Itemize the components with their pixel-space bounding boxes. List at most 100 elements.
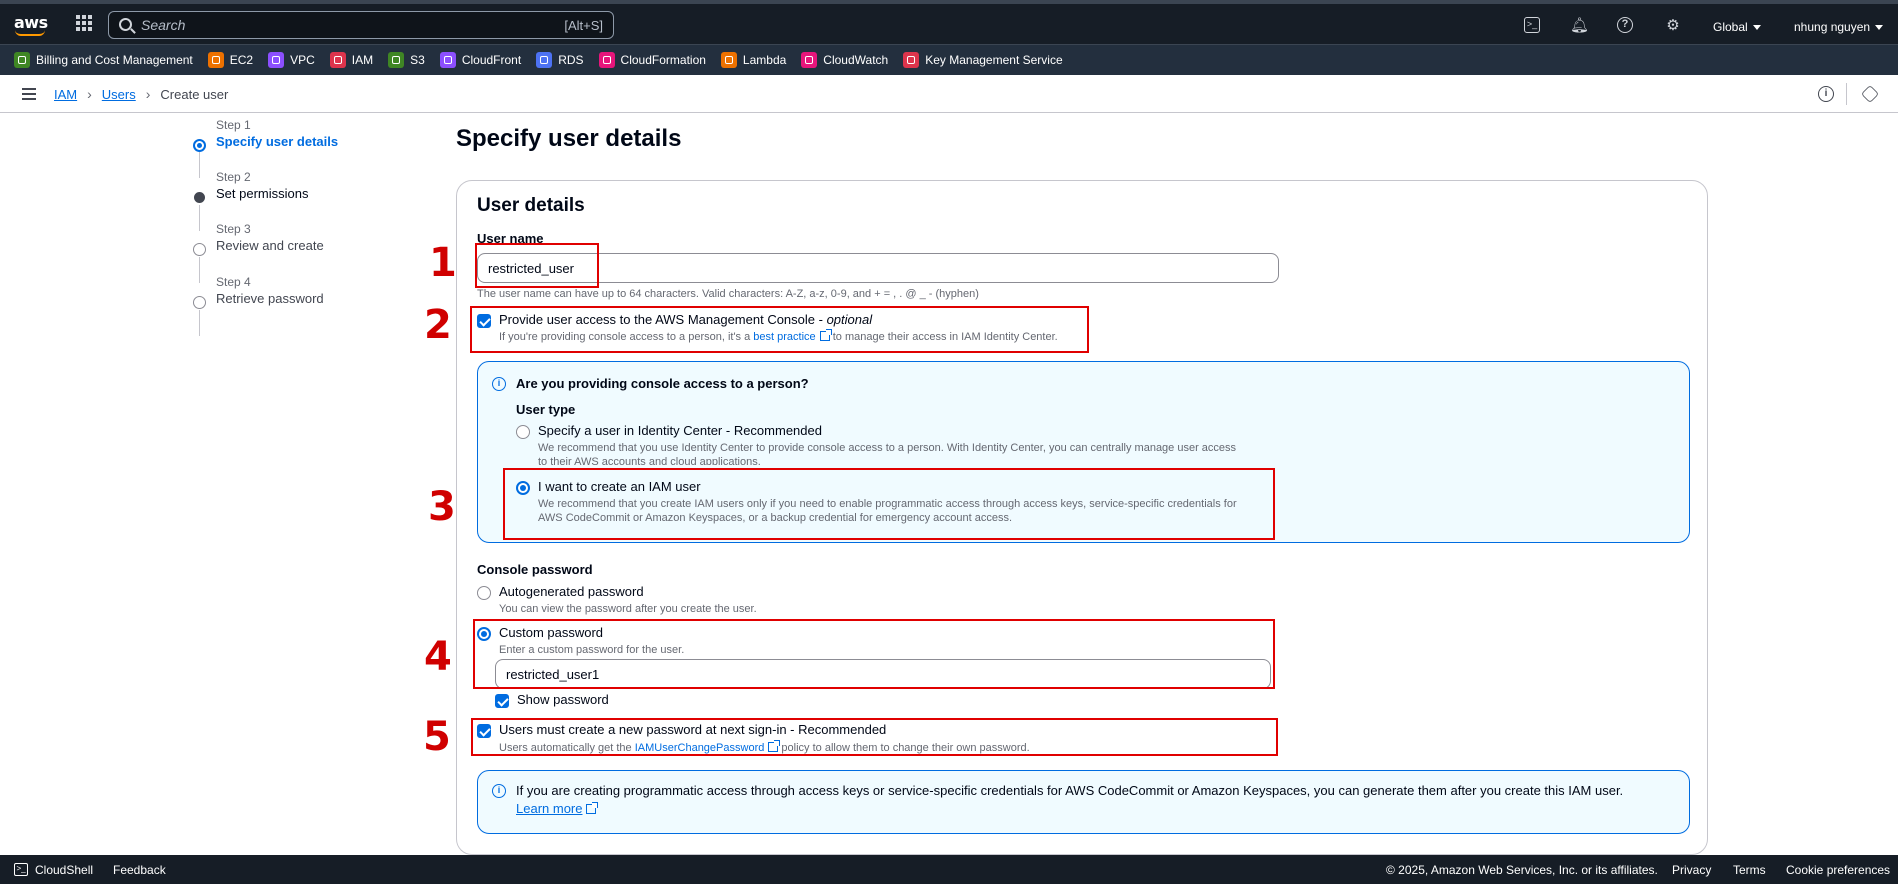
cloudshell-icon[interactable]: >_ bbox=[14, 863, 28, 876]
cloudshell-link[interactable]: CloudShell bbox=[35, 863, 93, 877]
annotation-box-5 bbox=[471, 718, 1278, 756]
favorite-lambda[interactable]: Lambda bbox=[720, 52, 787, 68]
panel-heading: User details bbox=[477, 195, 585, 216]
external-link-icon bbox=[586, 802, 599, 814]
programmatic-access-infobox: i If you are creating programmatic acces… bbox=[477, 770, 1690, 834]
favorite-label: RDS bbox=[558, 53, 584, 67]
username-hint: The user name can have up to 64 characte… bbox=[477, 288, 979, 300]
account-menu[interactable]: nhung nguyen bbox=[1794, 20, 1884, 34]
breadcrumb-current: Create user bbox=[160, 86, 229, 102]
favorites-bar: Billing and Cost Management EC2 VPC IAM S3 Cl… bbox=[0, 44, 1898, 75]
favorite-key-management-service[interactable]: Key Management Service bbox=[903, 52, 1063, 68]
gear-icon[interactable]: ⚙ bbox=[1664, 17, 1682, 35]
step-number: Step 3 bbox=[216, 222, 251, 236]
favorite-label: S3 bbox=[410, 53, 425, 67]
service-icon bbox=[439, 52, 456, 68]
service-icon bbox=[903, 52, 920, 68]
search-shortcut: [Alt+S] bbox=[564, 18, 603, 33]
service-icon bbox=[720, 52, 737, 68]
annotation-number-1: 1 bbox=[429, 240, 457, 286]
cookie-preferences-link[interactable]: Cookie preferences bbox=[1786, 863, 1890, 877]
tools-panel-icon[interactable] bbox=[1860, 84, 1880, 104]
identity-center-hint-2: to their AWS accounts and cloud applicat… bbox=[538, 456, 761, 465]
step-dot-icon bbox=[194, 192, 205, 203]
chevron-down-icon bbox=[1875, 25, 1884, 30]
annotation-box-2 bbox=[470, 306, 1089, 353]
step-dot-icon bbox=[193, 296, 206, 309]
favorite-ec2[interactable]: EC2 bbox=[207, 52, 253, 68]
step-number: Step 1 bbox=[216, 118, 251, 132]
favorite-s3[interactable]: S3 bbox=[388, 52, 425, 68]
step-dot-icon bbox=[193, 243, 206, 256]
step-name: Set permissions bbox=[216, 186, 309, 201]
favorite-billing-and-cost-management[interactable]: Billing and Cost Management bbox=[14, 52, 193, 68]
bell-icon[interactable]: 🔔︎ bbox=[1570, 17, 1589, 35]
menu-icon[interactable] bbox=[22, 88, 36, 100]
privacy-link[interactable]: Privacy bbox=[1672, 863, 1711, 877]
footer: >_ CloudShell Feedback © 2025, Amazon We… bbox=[0, 855, 1898, 884]
autogenerated-password-hint: You can view the password after you crea… bbox=[499, 603, 757, 615]
autogenerated-password-label: Autogenerated password bbox=[499, 584, 644, 599]
info-icon: i bbox=[492, 784, 506, 798]
favorite-cloudwatch[interactable]: CloudWatch bbox=[801, 52, 888, 68]
annotation-number-4: 4 bbox=[424, 634, 452, 680]
learn-more-link[interactable]: Learn more bbox=[516, 801, 582, 816]
service-icon bbox=[14, 52, 30, 68]
favorite-label: VPC bbox=[290, 53, 315, 67]
cloudshell-icon[interactable]: >_ bbox=[1524, 17, 1540, 33]
service-icon bbox=[536, 52, 553, 68]
step-connector bbox=[199, 257, 200, 283]
info-icon[interactable]: i bbox=[1818, 86, 1834, 102]
chevron-right-icon: › bbox=[145, 86, 151, 102]
favorite-iam[interactable]: IAM bbox=[329, 52, 374, 68]
breadcrumb-users[interactable]: Users bbox=[102, 87, 136, 102]
autogenerated-password-radio[interactable] bbox=[477, 586, 491, 600]
annotation-number-5: 5 bbox=[423, 714, 451, 760]
service-icon bbox=[329, 52, 346, 68]
user-name: nhung nguyen bbox=[1794, 20, 1871, 34]
breadcrumb-iam[interactable]: IAM bbox=[54, 87, 77, 102]
chevron-down-icon bbox=[1752, 25, 1761, 30]
services-grid-icon[interactable] bbox=[76, 15, 92, 31]
breadcrumb: IAM › Users › Create user bbox=[54, 86, 228, 102]
step-name: Retrieve password bbox=[216, 291, 324, 306]
feedback-link[interactable]: Feedback bbox=[113, 863, 166, 877]
page-title: Specify user details bbox=[456, 125, 682, 152]
step-connector bbox=[199, 152, 200, 178]
favorite-label: IAM bbox=[351, 53, 374, 67]
service-icon bbox=[598, 52, 615, 68]
annotation-box-1 bbox=[475, 243, 599, 288]
annotation-box-3 bbox=[503, 468, 1275, 540]
identity-center-radio[interactable] bbox=[516, 425, 530, 439]
favorite-cloudformation[interactable]: CloudFormation bbox=[598, 52, 706, 68]
chevron-right-icon: › bbox=[87, 86, 92, 102]
step-connector bbox=[199, 205, 200, 231]
favorite-rds[interactable]: RDS bbox=[536, 52, 584, 68]
annotation-number-3: 3 bbox=[428, 484, 456, 530]
show-password-checkbox[interactable] bbox=[495, 694, 509, 708]
annotation-number-2: 2 bbox=[424, 302, 452, 348]
favorite-label: Lambda bbox=[742, 53, 787, 67]
search-input[interactable] bbox=[141, 15, 521, 35]
search-box[interactable]: [Alt+S] bbox=[108, 11, 614, 39]
service-icon bbox=[388, 52, 405, 68]
favorite-label: CloudFormation bbox=[620, 53, 706, 67]
favorite-vpc[interactable]: VPC bbox=[268, 52, 315, 68]
favorite-label: Billing and Cost Management bbox=[36, 53, 193, 67]
aws-logo[interactable]: aws bbox=[14, 13, 48, 37]
search-icon bbox=[119, 18, 132, 31]
console-password-label: Console password bbox=[477, 562, 593, 577]
favorite-cloudfront[interactable]: CloudFront bbox=[439, 52, 521, 68]
copyright: © 2025, Amazon Web Services, Inc. or its… bbox=[1386, 863, 1658, 877]
annotation-box-4 bbox=[473, 619, 1275, 689]
step-name: Specify user details bbox=[216, 134, 339, 149]
identity-center-label: Specify a user in Identity Center - Reco… bbox=[538, 423, 822, 438]
user-type-label: User type bbox=[516, 402, 576, 417]
region-label: Global bbox=[1713, 20, 1748, 34]
favorite-label: CloudWatch bbox=[823, 53, 889, 67]
learn-more: Learn more bbox=[516, 801, 599, 816]
show-password-label: Show password bbox=[517, 692, 609, 707]
region-selector[interactable]: Global bbox=[1713, 20, 1761, 34]
help-icon[interactable]: ? bbox=[1617, 17, 1633, 33]
terms-link[interactable]: Terms bbox=[1733, 863, 1766, 877]
